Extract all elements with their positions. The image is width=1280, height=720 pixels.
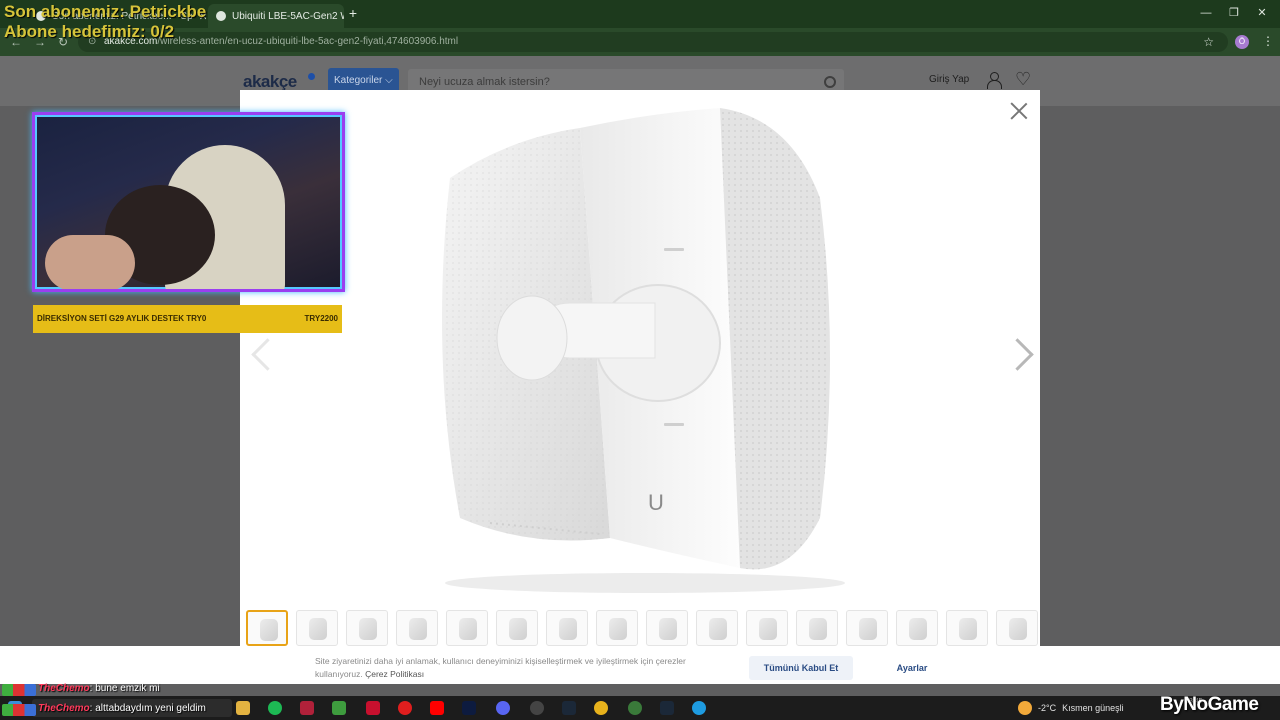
chat-overlay: TheChemo: bune emzik mi TheChemo: alttab…: [0, 682, 1280, 720]
subscriber-goal-text: Abone hedefimiz: 0/2: [4, 22, 175, 41]
new-tab-button[interactable]: +: [346, 5, 360, 21]
thumbnail[interactable]: [246, 610, 288, 646]
chat-badges-icon: [2, 704, 36, 716]
heart-icon[interactable]: ♡: [1015, 69, 1031, 90]
close-icon[interactable]: [1008, 100, 1030, 122]
thumbnail[interactable]: [746, 610, 788, 646]
thumbnail-strip: [246, 610, 1040, 646]
donation-goal-bar: DİREKSİYON SETİ G29 AYLIK DESTEK TRY0 TR…: [33, 305, 342, 333]
chat-message: TheChemo: bune emzik mi: [38, 683, 160, 694]
chat-username: TheChemo: [38, 683, 90, 694]
cookie-settings-button[interactable]: Ayarlar: [880, 656, 944, 680]
thumbnail[interactable]: [996, 610, 1038, 646]
chat-message: TheChemo: alttabdaydım yeni geldim: [38, 703, 206, 714]
browser-toolbar: ← → ↻ ⊙ akakce.com/wireless-anten/en-ucu…: [0, 28, 1280, 56]
categories-label: Kategoriler: [334, 75, 383, 86]
cookie-text: Site ziyaretinizi daha iyi anlamak, kull…: [315, 655, 735, 681]
browser-tab-active[interactable]: Ubiquiti LBE-5AC-Gen2 Wireless ✕: [208, 4, 344, 28]
streamer-hand: [45, 235, 135, 289]
thumbnail[interactable]: [346, 610, 388, 646]
bookmark-star-icon[interactable]: ☆: [1203, 32, 1214, 52]
chat-username: TheChemo: [38, 703, 90, 714]
thumbnail[interactable]: [546, 610, 588, 646]
address-bar[interactable]: ⊙ akakce.com/wireless-anten/en-ucuz-ubiq…: [78, 32, 1228, 52]
tab-title: Ubiquiti LBE-5AC-Gen2 Wireless: [232, 10, 344, 22]
minimize-icon[interactable]: —: [1198, 6, 1214, 20]
thumbnail[interactable]: [946, 610, 988, 646]
browser-menu-icon[interactable]: ⋮: [1262, 34, 1274, 48]
cookie-policy-link[interactable]: Çerez Politikası: [365, 669, 424, 679]
chevron-down-icon: ⌵: [385, 75, 393, 86]
site-logo[interactable]: akakçe: [243, 72, 297, 92]
chat-text: : bune emzik mi: [89, 683, 160, 694]
chat-badges-icon: [2, 684, 36, 696]
thumbnail[interactable]: [446, 610, 488, 646]
thumbnail[interactable]: [296, 610, 338, 646]
last-subscriber-text: Son abonemiz: Petrickbe: [4, 2, 207, 21]
screen: Son abonemiz: Petrickbe... - Sp ✕ Ubiqui…: [0, 0, 1280, 720]
product-image: U: [442, 108, 845, 593]
thumbnail[interactable]: [646, 610, 688, 646]
previous-image-arrow[interactable]: [248, 333, 272, 373]
thumbnail[interactable]: [796, 610, 838, 646]
thumbnail[interactable]: [596, 610, 638, 646]
login-link[interactable]: Giriş Yap: [929, 74, 969, 85]
thumbnail[interactable]: [846, 610, 888, 646]
donation-title: DİREKSİYON SETİ G29 AYLIK DESTEK TRY0: [37, 314, 207, 323]
search-placeholder: Neyi ucuza almak istersin?: [419, 76, 550, 88]
channel-watermark: ByNoGame: [1160, 694, 1259, 715]
next-image-arrow[interactable]: [1008, 333, 1032, 373]
thumbnail[interactable]: [496, 610, 538, 646]
logo-badge-icon: [308, 73, 315, 80]
svg-text:U: U: [648, 490, 664, 515]
url-path: /wireless-anten/en-ucuz-ubiquiti-lbe-5ac…: [157, 36, 459, 47]
search-icon[interactable]: [824, 76, 836, 88]
restore-icon[interactable]: ❐: [1226, 6, 1242, 20]
user-icon[interactable]: [986, 72, 1002, 89]
close-window-icon[interactable]: ✕: [1254, 6, 1270, 20]
tab-favicon-icon: [216, 11, 226, 21]
webcam-overlay: [32, 112, 345, 292]
thumbnail[interactable]: [896, 610, 938, 646]
chat-text: : alttabdaydım yeni geldim: [89, 703, 206, 714]
image-lightbox: U: [240, 90, 1040, 646]
thumbnail[interactable]: [396, 610, 438, 646]
cookie-banner: Site ziyaretinizi daha iyi anlamak, kull…: [0, 646, 1280, 684]
accept-all-button[interactable]: Tümünü Kabul Et: [749, 656, 853, 680]
donation-amount: TRY2200: [304, 314, 339, 323]
profile-avatar[interactable]: Ö: [1235, 35, 1249, 49]
thumbnail[interactable]: [696, 610, 738, 646]
